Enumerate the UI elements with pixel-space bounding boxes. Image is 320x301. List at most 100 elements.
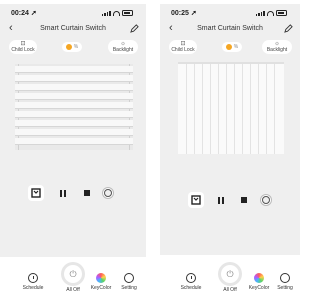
pause-button[interactable] <box>55 185 71 201</box>
curtain-controls <box>0 185 146 203</box>
child-lock-button[interactable]: ⊡ Child Lock <box>9 40 37 54</box>
wifi-icon <box>113 11 120 16</box>
quick-controls: ⊡ Child Lock % ☼ Backlight <box>0 38 146 56</box>
curtain-open-icon <box>31 188 41 198</box>
tab-setting[interactable]: Setting <box>114 273 144 291</box>
curtain-slat <box>15 66 133 73</box>
status-icons <box>101 10 133 16</box>
curtain-pleat <box>226 64 227 154</box>
tab-schedule[interactable]: Schedule <box>18 273 48 291</box>
clock-icon <box>186 273 196 283</box>
open-button[interactable] <box>28 185 44 201</box>
curtain-pleat <box>202 64 203 154</box>
curtain-open-graphic <box>178 62 284 154</box>
clock-icon <box>28 273 38 283</box>
mode-text: % <box>233 44 239 50</box>
power-icon: ⏻ <box>64 265 82 283</box>
all-off-button[interactable]: ⏻ <box>218 262 242 286</box>
curtain-pleat <box>186 64 187 154</box>
curtain-open-icon <box>191 195 201 205</box>
screen-closed: 00:24 ➚ ‹ Smart Curtain Switch ⊡ Child L… <box>0 4 146 297</box>
curtain-pleat <box>242 64 243 154</box>
child-lock-label: Child Lock <box>11 47 35 53</box>
gear-icon <box>280 273 290 283</box>
pause-icon <box>60 189 66 197</box>
status-bar: 00:25 ➚ <box>160 9 300 19</box>
bottom-tabbar: Schedule ⏻ All Off KeyColor Setting <box>0 257 146 297</box>
sun-icon <box>65 44 72 50</box>
status-time: 00:24 ➚ <box>11 10 37 17</box>
stop-icon <box>241 197 247 203</box>
page-title: Smart Curtain Switch <box>40 25 106 32</box>
mode-text: % <box>73 44 79 50</box>
power-icon: ⏻ <box>221 265 239 283</box>
settings-button[interactable] <box>100 185 116 201</box>
tab-setting-label: Setting <box>121 285 137 291</box>
status-bar: 00:24 ➚ <box>0 9 146 19</box>
gear-icon <box>124 273 134 283</box>
screen-open: 00:25 ➚ ‹ Smart Curtain Switch ⊡ Child L… <box>160 4 300 297</box>
pencil-icon[interactable] <box>130 24 139 33</box>
pencil-icon[interactable] <box>284 24 293 33</box>
curtain-pleat <box>210 64 211 154</box>
curtain-slat <box>15 93 133 100</box>
curtain-pleat <box>274 64 275 154</box>
mode-indicator[interactable]: % <box>62 42 82 52</box>
tab-setting[interactable]: Setting <box>270 273 300 291</box>
child-lock-button[interactable]: ⊡ Child Lock <box>169 40 197 54</box>
tab-setting-label: Setting <box>277 285 293 291</box>
nav-bar: ‹ Smart Curtain Switch <box>160 22 300 36</box>
backlight-button[interactable]: ☼ Backlight <box>108 40 138 54</box>
backlight-label: Backlight <box>112 47 134 53</box>
battery-icon <box>122 10 133 16</box>
tab-keycolor-label: KeyColor <box>90 285 112 291</box>
gear-icon <box>104 189 112 197</box>
curtain-slat <box>15 138 133 145</box>
status-icons <box>255 10 287 16</box>
curtain-slat <box>15 75 133 82</box>
signal-icon <box>255 11 265 16</box>
status-time: 00:25 ➚ <box>171 10 197 17</box>
quick-controls: ⊡ Child Lock % ☼ Backlight <box>160 38 300 56</box>
open-button[interactable] <box>188 192 204 208</box>
curtain-slat <box>15 129 133 136</box>
all-off-label: All Off <box>223 287 237 293</box>
tab-keycolor[interactable]: KeyColor <box>86 273 116 291</box>
bottom-tabbar: Schedule ⏻ All Off KeyColor Setting <box>160 255 300 297</box>
curtain-slat <box>15 120 133 127</box>
page-title: Smart Curtain Switch <box>197 25 263 32</box>
tab-schedule[interactable]: Schedule <box>176 273 206 291</box>
curtain-controls <box>160 192 300 210</box>
tab-schedule-label: Schedule <box>180 285 202 291</box>
stop-button[interactable] <box>236 192 252 208</box>
curtain-pleat <box>234 64 235 154</box>
backlight-button[interactable]: ☼ Backlight <box>262 40 292 54</box>
wifi-icon <box>267 11 274 16</box>
curtain-pleat <box>250 64 251 154</box>
color-wheel-icon <box>96 273 106 283</box>
color-wheel-icon <box>254 273 264 283</box>
sun-icon <box>225 44 232 50</box>
child-lock-label: Child Lock <box>171 47 195 53</box>
all-off-label: All Off <box>66 287 80 293</box>
curtain-closed-graphic <box>15 64 133 150</box>
mode-indicator[interactable]: % <box>222 42 242 52</box>
curtain-slat <box>15 84 133 91</box>
curtain-slat <box>15 111 133 118</box>
nav-bar: ‹ Smart Curtain Switch <box>0 22 146 36</box>
signal-icon <box>101 11 111 16</box>
curtain-slat <box>15 102 133 109</box>
settings-button[interactable] <box>258 192 274 208</box>
gear-icon <box>262 196 270 204</box>
stop-icon <box>84 190 90 196</box>
curtain-pleat <box>266 64 267 154</box>
tab-keycolor-label: KeyColor <box>248 285 270 291</box>
tab-schedule-label: Schedule <box>22 285 44 291</box>
battery-icon <box>276 10 287 16</box>
curtain-pleat <box>258 64 259 154</box>
stop-button[interactable] <box>79 185 95 201</box>
curtain-pleat <box>194 64 195 154</box>
backlight-label: Backlight <box>266 47 288 53</box>
all-off-button[interactable]: ⏻ <box>61 262 85 286</box>
pause-button[interactable] <box>213 192 229 208</box>
